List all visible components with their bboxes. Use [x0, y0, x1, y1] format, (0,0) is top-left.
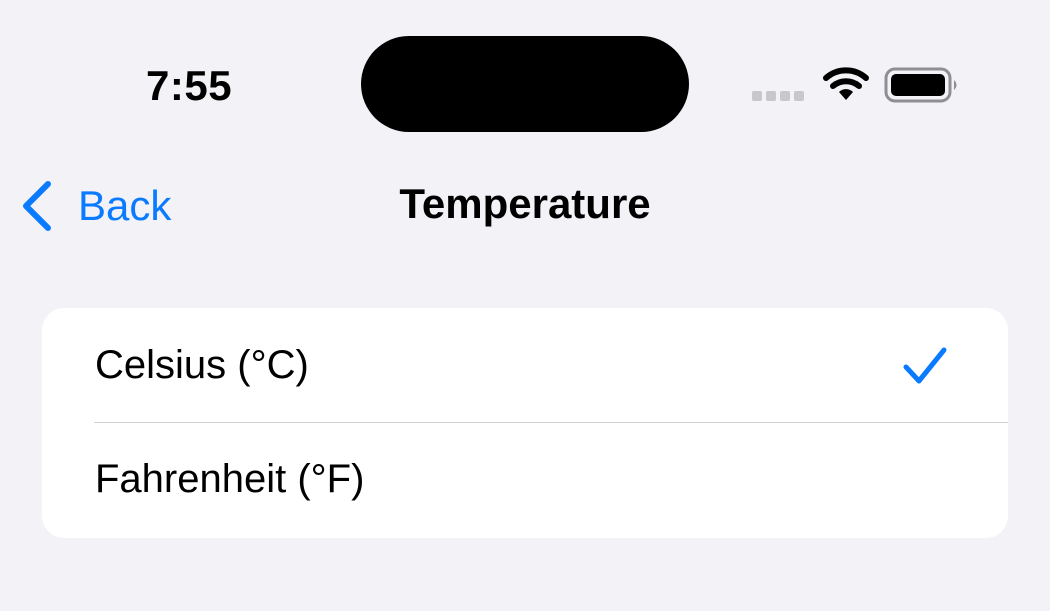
chevron-left-icon: [23, 181, 51, 231]
settings-screen: 7:55 Back Temperature Celsius (°C) Fahre…: [0, 0, 1050, 611]
option-fahrenheit[interactable]: Fahrenheit (°F): [42, 422, 1008, 536]
status-time: 7:55: [146, 62, 233, 109]
battery-icon: [884, 67, 957, 103]
dynamic-island: [361, 36, 689, 132]
back-label: Back: [78, 182, 172, 229]
checkmark-icon: [903, 347, 947, 384]
option-label: Celsius (°C): [95, 342, 309, 387]
option-label: Fahrenheit (°F): [95, 456, 365, 501]
back-button[interactable]: Back: [20, 178, 171, 234]
signal-dots-icon: [752, 91, 804, 101]
option-celsius[interactable]: Celsius (°C): [42, 308, 1008, 423]
temperature-options-list: Celsius (°C) Fahrenheit (°F): [42, 308, 1008, 538]
wifi-icon: [823, 67, 869, 100]
